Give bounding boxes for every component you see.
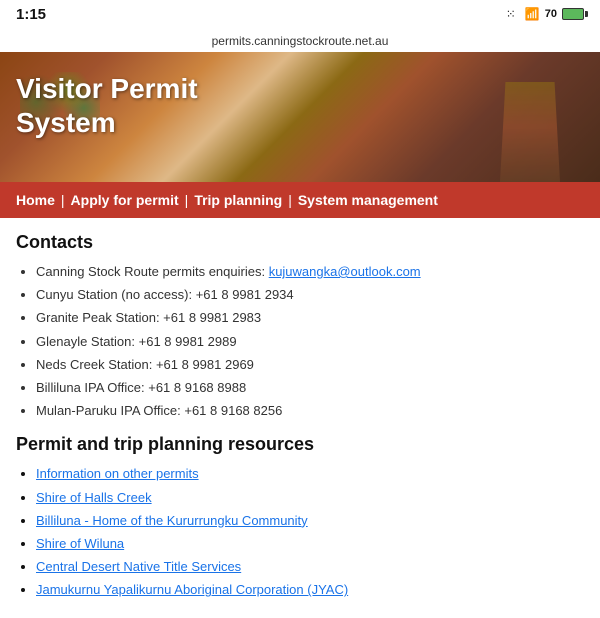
main-content: Contacts Canning Stock Route permits enq… <box>0 218 600 618</box>
status-bar: 1:15 ⁙ 📶 70 <box>0 0 600 28</box>
contact-item-3: Glenayle Station: +61 8 9981 2989 <box>36 333 584 351</box>
contact-item-5: Billiluna IPA Office: +61 8 9168 8988 <box>36 379 584 397</box>
contact-item-1: Cunyu Station (no access): +61 8 9981 29… <box>36 286 584 304</box>
hero-title: Visitor Permit System <box>16 72 198 139</box>
status-icons: ⁙ 📶 70 <box>506 7 584 21</box>
resources-list: Information on other permits Shire of Ha… <box>16 465 584 599</box>
resource-item-4: Central Desert Native Title Services <box>36 558 584 576</box>
nav-apply-for-permit[interactable]: Apply for permit <box>71 192 179 208</box>
nav-sep-2: | <box>185 192 189 208</box>
nav-sep-3: | <box>288 192 292 208</box>
resource-item-3: Shire of Wiluna <box>36 535 584 553</box>
url-text: permits.canningstockroute.net.au <box>212 34 389 48</box>
nav-home[interactable]: Home <box>16 192 55 208</box>
resource-link-5[interactable]: Jamukurnu Yapalikurnu Aboriginal Corpora… <box>36 582 348 597</box>
resource-item-2: Billiluna - Home of the Kururrungku Comm… <box>36 512 584 530</box>
resource-link-4[interactable]: Central Desert Native Title Services <box>36 559 241 574</box>
resource-item-0: Information on other permits <box>36 465 584 483</box>
nav-trip-planning[interactable]: Trip planning <box>194 192 282 208</box>
resource-link-2[interactable]: Billiluna - Home of the Kururrungku Comm… <box>36 513 308 528</box>
resource-item-5: Jamukurnu Yapalikurnu Aboriginal Corpora… <box>36 581 584 599</box>
battery-icon <box>562 8 584 20</box>
wifi-icon: 📶 <box>525 7 540 21</box>
resource-link-3[interactable]: Shire of Wiluna <box>36 536 124 551</box>
hero-banner: Visitor Permit System <box>0 52 600 182</box>
contacts-heading: Contacts <box>16 232 584 253</box>
resource-item-1: Shire of Halls Creek <box>36 489 584 507</box>
contacts-list: Canning Stock Route permits enquiries: k… <box>16 263 584 420</box>
nav-sep-1: | <box>61 192 65 208</box>
resources-heading: Permit and trip planning resources <box>16 434 584 455</box>
nav-bar: Home | Apply for permit | Trip planning … <box>0 182 600 218</box>
signal-icon: ⁙ <box>506 7 520 21</box>
contact-item-4: Neds Creek Station: +61 8 9981 2969 <box>36 356 584 374</box>
contact-item-2: Granite Peak Station: +61 8 9981 2983 <box>36 309 584 327</box>
contact-email-link[interactable]: kujuwangka@outlook.com <box>269 264 421 279</box>
resource-link-0[interactable]: Information on other permits <box>36 466 199 481</box>
resource-link-1[interactable]: Shire of Halls Creek <box>36 490 152 505</box>
contact-item-6: Mulan-Paruku IPA Office: +61 8 9168 8256 <box>36 402 584 420</box>
contact-item-0: Canning Stock Route permits enquiries: k… <box>36 263 584 281</box>
status-time: 1:15 <box>16 6 46 23</box>
url-bar[interactable]: permits.canningstockroute.net.au <box>0 28 600 52</box>
nav-system-management[interactable]: System management <box>298 192 438 208</box>
battery-level-text: 70 <box>545 8 557 20</box>
